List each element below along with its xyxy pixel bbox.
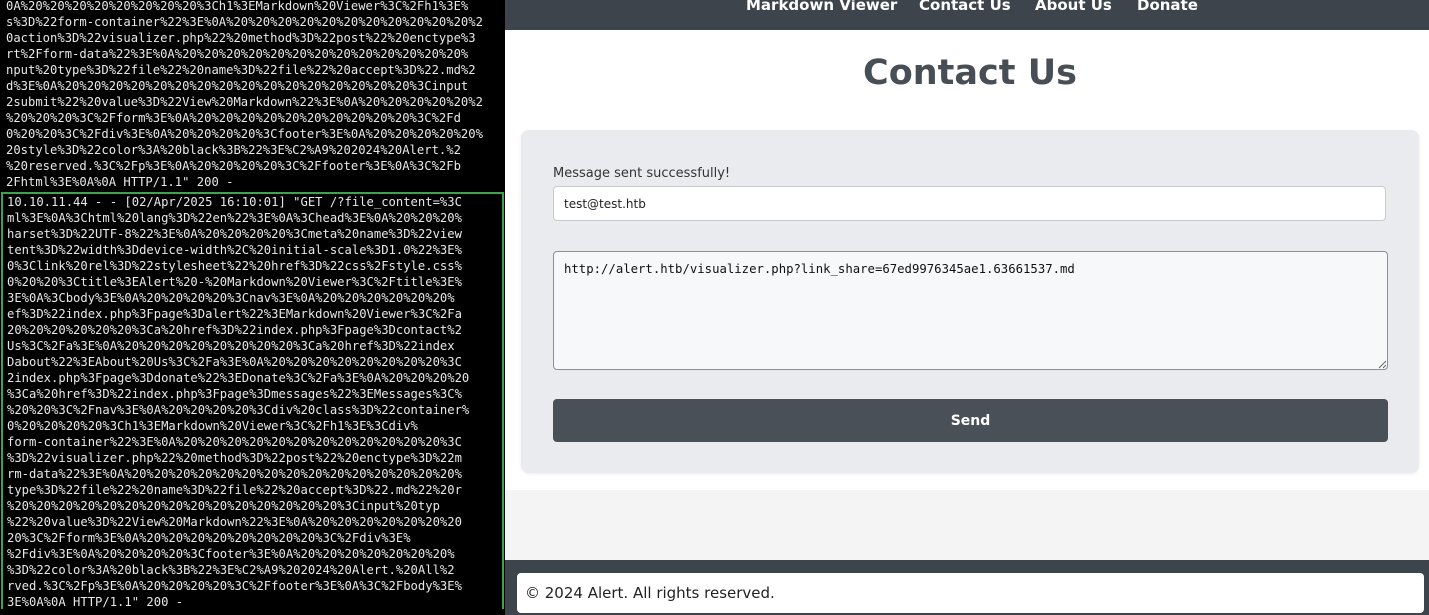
- nav-link-donate[interactable]: Donate: [1137, 0, 1198, 14]
- browser-page: Markdown Viewer Contact Us About Us Dona…: [505, 0, 1429, 615]
- terminal-active-log: 10.10.11.44 - - [02/Apr/2025 16:10:01] "…: [7, 195, 470, 609]
- nav-link-markdown-viewer[interactable]: Markdown Viewer: [746, 0, 897, 14]
- nav-link-about-us[interactable]: About Us: [1035, 0, 1112, 14]
- message-textarea[interactable]: http://alert.htb/visualizer.php?link_sha…: [553, 251, 1388, 370]
- terminal-active-pane[interactable]: 10.10.11.44 - - [02/Apr/2025 16:10:01] "…: [1, 192, 504, 611]
- nav-link-contact-us[interactable]: Contact Us: [919, 0, 1011, 14]
- status-message: Message sent successfully!: [553, 166, 731, 181]
- resize-grip-icon[interactable]: [1376, 358, 1387, 369]
- terminal-bottom-strip: [0, 609, 505, 615]
- navbar: Markdown Viewer Contact Us About Us Dona…: [505, 0, 1429, 30]
- terminal-previous-log: 0A%20%20%20%20%20%20%20%20%3Ch1%3EMarkdo…: [6, 0, 483, 189]
- terminal-pane[interactable]: 0A%20%20%20%20%20%20%20%20%3Ch1%3EMarkdo…: [0, 0, 505, 615]
- page-title: Contact Us: [863, 53, 1077, 93]
- email-field[interactable]: [553, 186, 1386, 221]
- footer-copyright: © 2024 Alert. All rights reserved.: [525, 584, 775, 602]
- page-background: [505, 490, 1429, 560]
- send-button[interactable]: Send: [553, 399, 1388, 442]
